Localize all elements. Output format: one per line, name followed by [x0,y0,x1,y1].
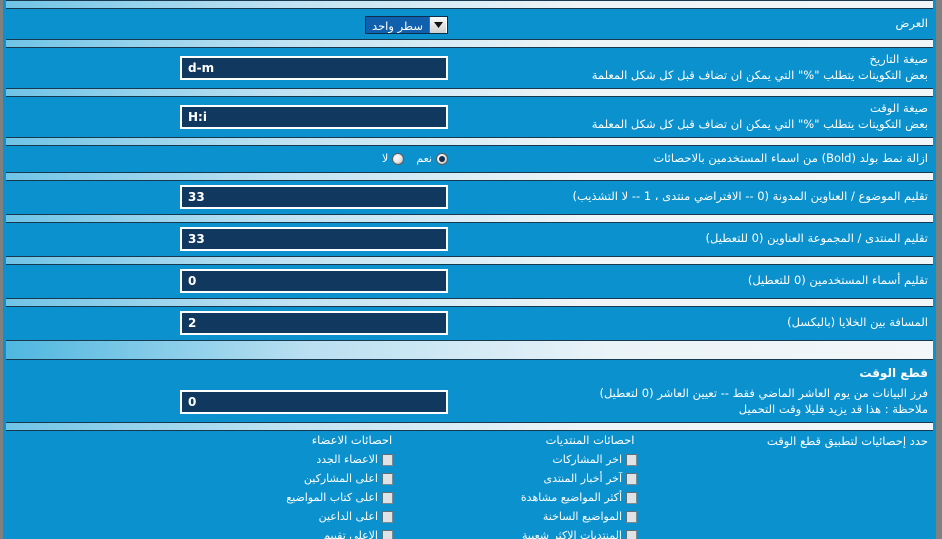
time-format-input[interactable] [180,104,448,129]
separator-top [6,0,933,9]
radio-dot-selected-icon[interactable] [436,152,448,165]
list-item[interactable]: الاعضاء الجدد [233,450,471,469]
trim-forum-label: تقليم المنتدى / المجموعة العناوين (0 للت… [705,231,928,246]
radio-dot-icon[interactable] [392,152,405,165]
timecut-hint-line1: فرز البيانات من يوم العاشر الماضي فقط --… [599,386,928,401]
date-format-input[interactable] [180,55,448,80]
checkbox-icon[interactable] [626,453,637,466]
time-format-field-wrap[interactable] [180,104,448,129]
checkbox-icon[interactable] [626,491,637,504]
row-timecut-value: فرز البيانات من يوم العاشر الماضي فقط --… [3,382,936,422]
checkbox-icon[interactable] [382,453,393,466]
checkbox-label: اعلى كتاب المواضيع [286,491,378,505]
checkbox-icon[interactable] [626,510,637,523]
column-member-stats: احصائات الاعضاء الاعضاء الجدد اعلى المشا… [233,433,471,539]
trim-usernames-input[interactable] [180,269,448,294]
list-item[interactable]: آخر أخبار المنتدى [471,469,709,488]
column-forum-stats: احصائات المنتديات اخر المشاركات آخر أخبا… [471,433,709,539]
settings-panel: العرض سطر واحد صيغة التاريخ بعض التكوينا… [3,0,936,539]
list-item[interactable]: اعلى الداعين [233,507,471,526]
trim-topic-label: تقليم الموضوع / العناوين المدونة (0 -- ا… [572,189,928,204]
row-trim-topic: تقليم الموضوع / العناوين المدونة (0 -- ا… [3,181,936,214]
radio-remove-bold-yes[interactable]: نعم [416,152,448,165]
checkbox-label: المواضيع الساخنة [542,510,622,524]
row-trim-usernames: تقليم أسماء المستخدمين (0 للتعطيل) [3,265,936,298]
checkbox-icon[interactable] [382,510,393,523]
timecut-select-label: حدد إحصائيات لتطبيق قطع الوقت [766,434,928,449]
settings-page: العرض سطر واحد صيغة التاريخ بعض التكوينا… [0,0,942,539]
section-bar-timecut [6,340,933,361]
checkbox-label: اعلى الداعين [318,510,378,524]
list-item[interactable]: اخر المشاركات [471,450,709,469]
checkbox-icon[interactable] [382,529,393,539]
timecut-field-wrap[interactable] [180,389,448,414]
timecut-select-label-col: حدد إحصائيات لتطبيق قطع الوقت [709,433,928,451]
cell-spacing-input[interactable] [180,311,448,336]
checkbox-icon[interactable] [382,472,393,485]
separator-5 [6,214,933,224]
row-time-format: صيغة الوقت بعض التكوينات يتطلب "%" التي … [3,97,936,137]
row-date-format: صيغة التاريخ بعض التكوينات يتطلب "%" الت… [3,48,936,88]
row-remove-bold: ازالة نمط بولد (Bold) من اسماء المستخدمي… [3,146,936,172]
cell-spacing-field-wrap[interactable] [180,311,448,336]
radio-remove-bold-no[interactable]: لا [382,152,405,166]
remove-bold-label: ازالة نمط بولد (Bold) من اسماء المستخدمي… [653,150,928,165]
checkbox-label: الاعلى تقييم [323,529,378,539]
list-item[interactable]: المواضيع الساخنة [471,507,709,526]
radio-remove-bold-no-label: لا [382,152,389,166]
separator-6 [6,256,933,266]
separator-7 [6,298,933,308]
date-format-hint: بعض التكوينات يتطلب "%" التي يمكن ان تضا… [591,67,928,82]
checkbox-icon[interactable] [626,529,637,539]
separator-1 [6,39,933,48]
trim-forum-input[interactable] [180,227,448,252]
cell-spacing-label: المسافة بين الخلايا (بالبكسل) [787,315,928,330]
date-format-field-wrap[interactable] [180,55,448,80]
timecut-input[interactable] [180,389,448,414]
list-item[interactable]: المنتديات الاكثر شعبية [471,526,709,539]
display-label: العرض [895,15,929,30]
checkbox-label: آخر أخبار المنتدى [543,472,622,486]
remove-bold-radio-group[interactable]: نعم لا [382,152,448,165]
timecut-stats-grid: حدد إحصائيات لتطبيق قطع الوقت احصائات ال… [11,433,928,539]
separator-2 [6,88,933,98]
checkbox-label: اخر المشاركات [552,453,622,467]
display-select[interactable]: سطر واحد [365,16,448,34]
checkbox-label: الاعضاء الجدد [316,453,378,467]
separator-4 [6,172,933,182]
list-item[interactable]: اعلى المشاركين [233,469,471,488]
trim-topic-input[interactable] [180,185,448,210]
section-title-timecut: قطع الوقت [859,366,928,381]
list-item[interactable]: الاعلى تقييم [233,526,471,539]
trim-usernames-field-wrap[interactable] [180,269,448,294]
timecut-hint-line2: ملاحظة : هذا قد يزيد قليلا وقت التحميل [738,401,928,416]
timecut-stats-section: حدد إحصائيات لتطبيق قطع الوقت احصائات ال… [3,431,936,539]
list-item[interactable]: أكثر المواضيع مشاهدة [471,488,709,507]
display-select-value: سطر واحد [366,17,429,33]
column-forum-stats-heading: احصائات المنتديات [545,433,635,448]
list-item[interactable]: اعلى كتاب المواضيع [233,488,471,507]
time-format-hint: بعض التكوينات يتطلب "%" التي يمكن ان تضا… [591,116,928,131]
chevron-down-icon[interactable] [429,17,447,33]
row-display: العرض سطر واحد [3,9,936,39]
separator-8 [6,422,933,432]
checkbox-label: اعلى المشاركين [303,472,378,486]
section-title-timecut-row: قطع الوقت [3,360,936,382]
trim-usernames-label: تقليم أسماء المستخدمين (0 للتعطيل) [747,273,928,288]
row-trim-forum: تقليم المنتدى / المجموعة العناوين (0 للت… [3,223,936,256]
checkbox-label: المنتديات الاكثر شعبية [522,529,622,539]
checkbox-label: أكثر المواضيع مشاهدة [520,491,622,505]
column-member-stats-heading: احصائات الاعضاء [311,433,393,448]
checkbox-icon[interactable] [382,491,393,504]
checkbox-icon[interactable] [626,472,637,485]
display-select-wrap[interactable]: سطر واحد [365,13,448,34]
trim-topic-field-wrap[interactable] [180,185,448,210]
row-cell-spacing: المسافة بين الخلايا (بالبكسل) [3,307,936,340]
radio-remove-bold-yes-label: نعم [416,152,432,166]
date-format-label: صيغة التاريخ [869,52,928,66]
time-format-label: صيغة الوقت [869,101,928,116]
trim-forum-field-wrap[interactable] [180,227,448,252]
separator-3 [6,137,933,147]
